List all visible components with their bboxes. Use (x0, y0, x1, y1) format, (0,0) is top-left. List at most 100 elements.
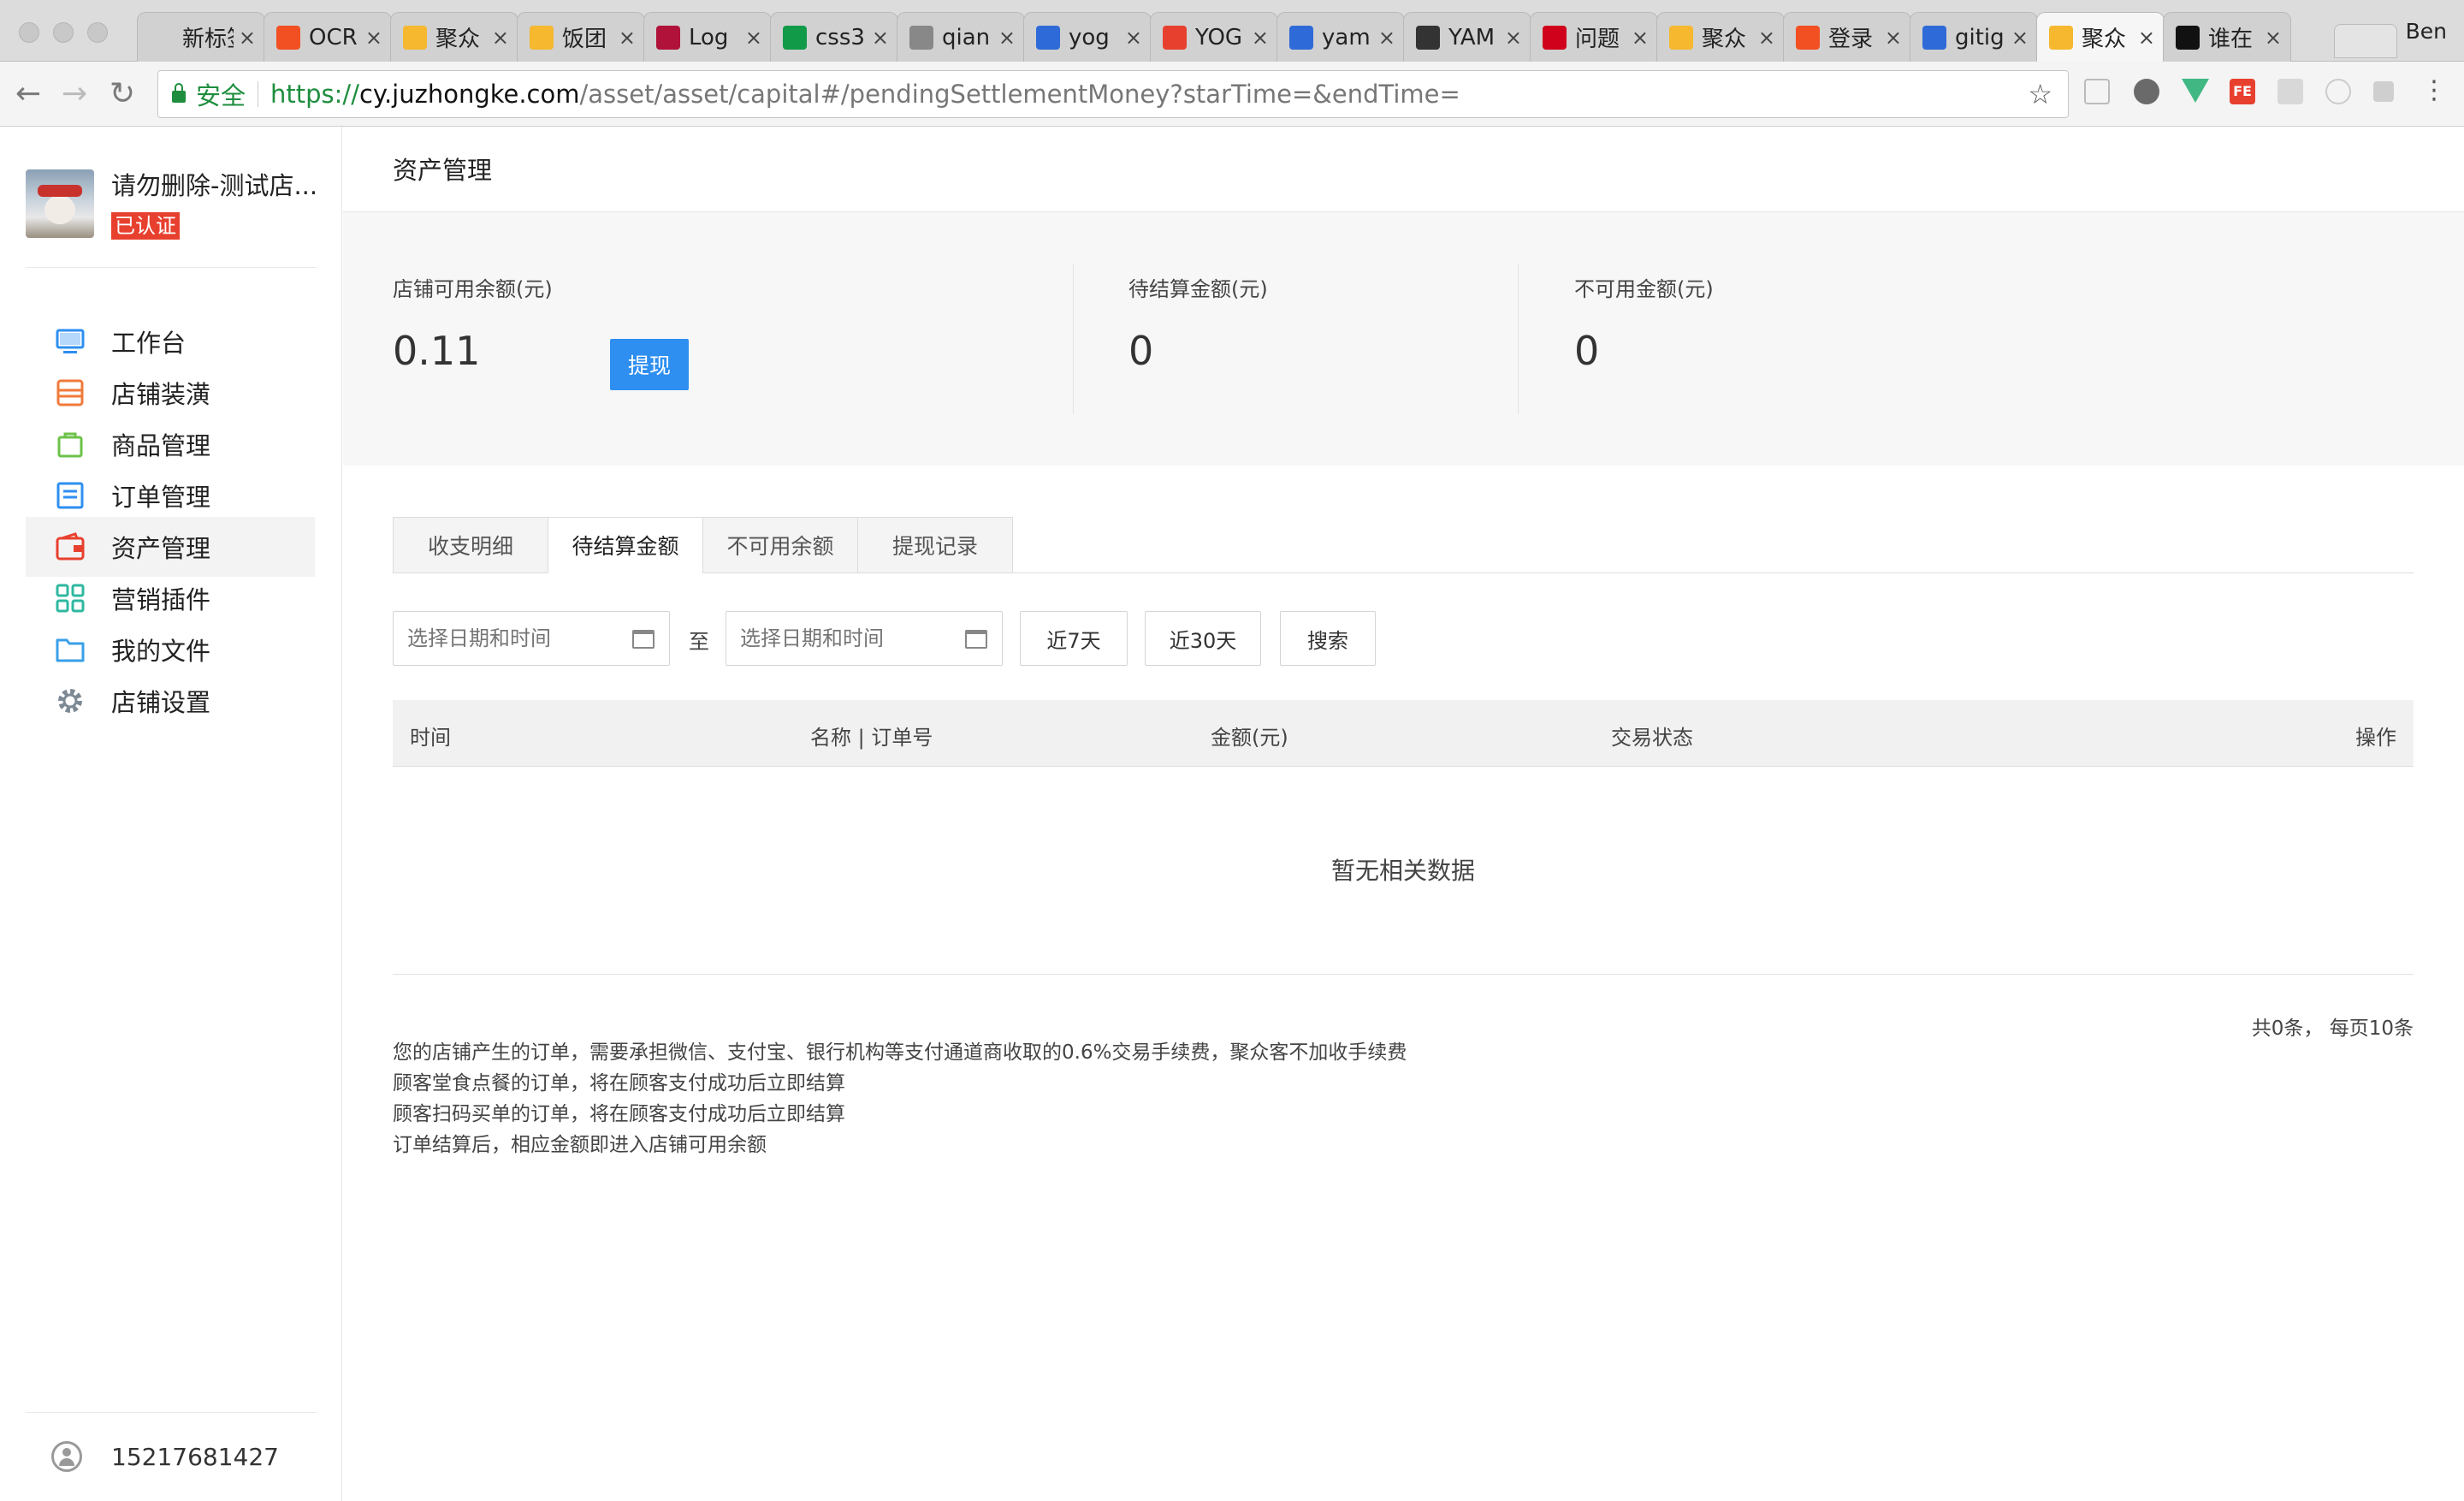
main-content: 资产管理 店铺可用余额(元) 0.11 提现 待结算金额(元) 0 不可用金额(… (343, 127, 2464, 1501)
jzk-icon (1669, 25, 1693, 50)
unavailable-amount-stat: 不可用金额(元) 0 (1574, 272, 1714, 374)
close-icon[interactable]: × (2011, 26, 2029, 50)
window-zoom-button[interactable] (87, 22, 108, 43)
script-icon (1416, 25, 1440, 50)
close-icon[interactable]: × (2265, 26, 2282, 50)
paw-icon (1922, 25, 1946, 50)
reload-icon[interactable]: ↻ (110, 77, 135, 111)
grid-icon (56, 584, 85, 613)
browser-tab[interactable]: 问题 × (1530, 12, 1658, 62)
browser-tab[interactable]: YAM × (1403, 12, 1531, 62)
window-minimize-button[interactable] (53, 22, 74, 43)
user-account[interactable]: 15217681427 (51, 1441, 279, 1472)
back-arrow-icon[interactable]: ← (15, 77, 41, 111)
browser-tab[interactable]: OCR × (264, 12, 392, 62)
sidebar-item-label: 订单管理 (111, 483, 211, 512)
table-header: 时间 名称 | 订单号 金额(元) 交易状态 操作 (393, 700, 2414, 767)
address-bar[interactable]: 安全 https://cy.juzhongke.com/asset/asset/… (157, 70, 2069, 118)
close-icon[interactable]: × (2138, 26, 2155, 50)
sidebar-item-label: 营销插件 (111, 585, 211, 614)
browser-tab[interactable]: 聚众 × (390, 12, 518, 62)
close-icon[interactable]: × (1378, 26, 1395, 50)
close-icon[interactable]: × (239, 26, 256, 50)
last-7-days-button[interactable]: 近7天 (1020, 611, 1128, 666)
window-close-button[interactable] (19, 22, 39, 43)
new-tab-button[interactable] (2334, 24, 2397, 58)
extension-fe-icon[interactable]: FE (2230, 79, 2255, 104)
close-icon[interactable]: × (1125, 26, 1142, 50)
browser-tab[interactable]: 登录 × (1783, 12, 1911, 62)
settlement-notes: 您的店铺产生的订单，需要承担微信、支付宝、银行机构等支付通道商收取的0.6%交易… (393, 1037, 1407, 1160)
column-header-name-order: 名称 | 订单号 (810, 726, 933, 750)
calendar-icon[interactable] (632, 630, 654, 649)
summary-divider (1518, 264, 1519, 414)
close-icon[interactable]: × (365, 26, 382, 50)
list-icon (56, 482, 84, 509)
monitor-icon (56, 329, 85, 353)
sidebar-item-settings[interactable]: 店铺设置 (26, 671, 315, 731)
tab-withdraw-records[interactable]: 提现记录 (857, 517, 1013, 573)
close-icon[interactable]: × (1505, 26, 1522, 50)
avatar[interactable] (26, 169, 94, 238)
browser-tab-bar: 新标签页× OCR× 聚众× 饭团× Log× css3× qian× yog×… (0, 0, 2464, 62)
extension-tree-icon[interactable] (2373, 81, 2394, 102)
browser-tab-active[interactable]: 聚众 × (2036, 12, 2165, 62)
sidebar-item-label: 店铺设置 (111, 688, 211, 717)
close-icon[interactable]: × (1632, 26, 1649, 50)
browser-tab[interactable]: YOG × (1150, 12, 1278, 62)
forward-arrow-icon[interactable]: → (62, 77, 87, 111)
close-icon[interactable]: × (872, 26, 889, 50)
browser-tab[interactable]: yog × (1023, 12, 1152, 62)
unavailable-amount-label: 不可用金额(元) (1574, 277, 1714, 301)
url-host: cy.juzhongke.com (358, 80, 580, 109)
shop-icon (56, 379, 84, 406)
browser-tab[interactable]: qian × (897, 12, 1025, 62)
close-icon[interactable]: × (998, 26, 1016, 50)
tab-unavailable-balance[interactable]: 不可用余额 (702, 517, 858, 573)
browser-menu-icon[interactable]: ⋮ (2421, 78, 2447, 104)
browser-tab[interactable]: yam × (1276, 12, 1405, 62)
extension-layout-icon[interactable] (2084, 79, 2110, 104)
close-icon[interactable]: × (1252, 26, 1269, 50)
bookmark-star-icon[interactable]: ☆ (2028, 78, 2052, 110)
github-icon (2176, 25, 2200, 50)
calendar-icon[interactable] (965, 630, 987, 649)
page-title: 资产管理 (393, 156, 493, 185)
asset-tabs: 收支明细 待结算金额 不可用余额 提现记录 (393, 517, 2414, 573)
jzk-icon (2049, 25, 2073, 50)
paw-icon (1289, 25, 1313, 50)
avatar-headband-graphic (38, 185, 82, 197)
start-date-input[interactable] (393, 611, 670, 666)
browser-tab[interactable]: css3 × (770, 12, 898, 62)
tab-income-expense[interactable]: 收支明细 (393, 517, 548, 573)
close-icon[interactable]: × (745, 26, 762, 50)
available-balance-label: 店铺可用余额(元) (393, 277, 553, 301)
extension-qr-icon[interactable] (2277, 79, 2303, 104)
tab-pending-settlement[interactable]: 待结算金额 (548, 517, 703, 573)
close-icon[interactable]: × (619, 26, 636, 50)
note-line: 订单结算后，相应金额即进入店铺可用余额 (393, 1134, 767, 1156)
r-icon (656, 25, 680, 50)
pagination-summary: 共0条， 每页10条 (2251, 1017, 2414, 1040)
close-icon[interactable]: × (492, 26, 509, 50)
browser-tab[interactable]: 新标签页× (137, 12, 265, 62)
close-icon[interactable]: × (1758, 26, 1775, 50)
close-icon[interactable]: × (1885, 26, 1902, 50)
end-date-input[interactable] (726, 611, 1003, 666)
extension-clock-icon[interactable] (2325, 79, 2351, 104)
withdraw-button[interactable]: 提现 (610, 339, 689, 390)
extension-evernote-icon[interactable] (2134, 79, 2159, 104)
browser-tab[interactable]: 饭团 × (517, 12, 645, 62)
browser-tab[interactable]: gitig × (1910, 12, 2038, 62)
bag-icon (57, 432, 83, 458)
browser-tab[interactable]: 聚众 × (1656, 12, 1785, 62)
extension-vue-icon[interactable] (2182, 79, 2209, 103)
column-header-actions: 操作 (2355, 726, 2396, 750)
search-button[interactable]: 搜索 (1280, 611, 1376, 666)
browser-tab[interactable]: Log × (643, 12, 772, 62)
gear-icon (58, 689, 82, 713)
browser-tab[interactable]: 谁在 × (2163, 12, 2291, 62)
browser-profile-name[interactable]: Ben (2406, 19, 2447, 44)
folder-icon (56, 638, 85, 662)
last-30-days-button[interactable]: 近30天 (1145, 611, 1261, 666)
